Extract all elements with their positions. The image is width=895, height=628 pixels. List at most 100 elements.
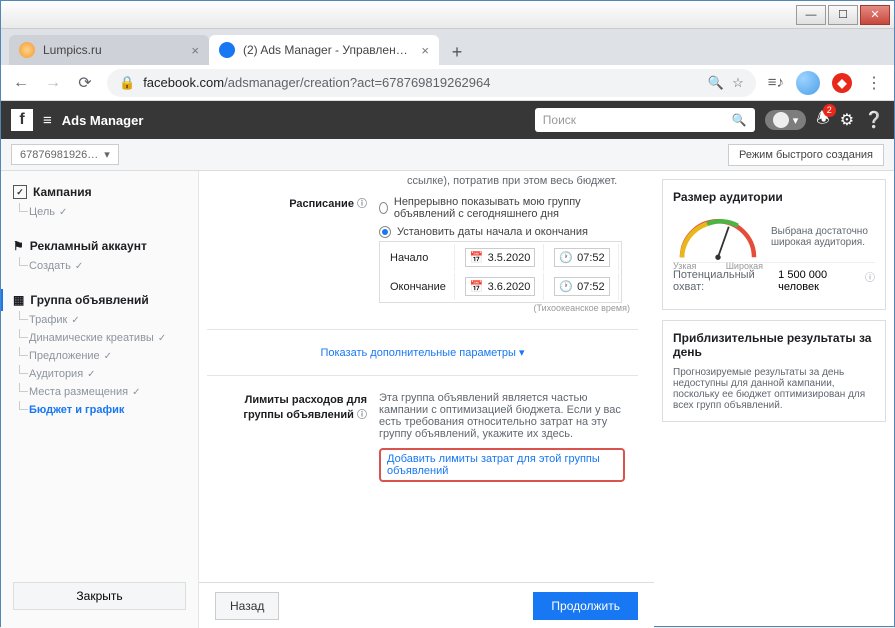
close-tab-icon[interactable]: ×: [421, 43, 429, 58]
account-pill[interactable]: ▾: [765, 110, 807, 130]
start-time-input[interactable]: 🕐07:52: [554, 248, 609, 267]
sb-item-budget[interactable]: Бюджет и график: [1, 401, 198, 419]
audience-desc: Выбрана достаточно широкая аудитория.: [771, 226, 875, 248]
add-limits-link[interactable]: Добавить лимиты затрат для этой группы о…: [387, 453, 617, 477]
settings-icon[interactable]: ⚙: [840, 110, 854, 130]
limits-description: Эта группа объявлений является частью ка…: [379, 392, 629, 440]
sb-item-placements[interactable]: Места размещения ✓: [1, 383, 198, 401]
reload-button[interactable]: ⟳: [75, 73, 95, 93]
fb-search-input[interactable]: Поиск 🔍: [535, 108, 755, 132]
menu-icon[interactable]: ⋮: [864, 73, 884, 93]
radio-icon: [379, 202, 388, 214]
estimated-results-card: Приблизительные результаты за день Прогн…: [662, 320, 886, 422]
lock-icon: 🔒: [119, 75, 135, 91]
sb-item-goal[interactable]: Цель ✓: [1, 203, 198, 221]
browser-tabstrip: Lumpics.ru × (2) Ads Manager - Управлени…: [1, 29, 894, 65]
reach-value: 1 500 000 человек: [778, 269, 861, 293]
results-title: Приблизительные результаты за день: [673, 331, 875, 359]
back-button[interactable]: Назад: [215, 592, 279, 620]
calendar-icon: 📅: [470, 251, 484, 264]
start-label: Начало: [382, 244, 455, 271]
schedule-label: Расписание: [289, 198, 354, 210]
results-desc: Прогнозируемые результаты за день недост…: [673, 367, 875, 411]
hamburger-icon[interactable]: ≡: [43, 112, 52, 129]
sb-section-adaccount[interactable]: ⚑ Рекламный аккаунт: [1, 235, 198, 257]
new-tab-button[interactable]: +: [443, 39, 471, 65]
sb-item-traffic[interactable]: Трафик ✓: [1, 311, 198, 329]
reach-label: Потенциальный охват:: [673, 269, 778, 293]
info-icon[interactable]: ⓘ: [357, 410, 367, 421]
radio-continuous[interactable]: Непрерывно показывать мою группу объявле…: [379, 193, 638, 223]
clock-icon: 🕐: [559, 251, 573, 264]
form-footer: Назад Продолжить: [199, 582, 654, 628]
end-date-input[interactable]: 📅3.6.2020: [465, 277, 536, 296]
close-button[interactable]: Закрыть: [13, 582, 186, 610]
limits-label: Лимиты расходов для группы объявлений: [243, 394, 367, 421]
clock-icon: 🕐: [559, 280, 573, 293]
search-icon: 🔍: [732, 113, 747, 127]
account-id: 67876981926…: [20, 149, 98, 161]
forward-button[interactable]: →: [43, 74, 63, 92]
radio-set-dates[interactable]: Установить даты начала и окончания: [379, 223, 638, 241]
extensions-icon[interactable]: ≡♪: [768, 74, 784, 91]
tab-label: Lumpics.ru: [43, 43, 183, 57]
chevron-down-icon: ▾: [104, 148, 110, 161]
notif-badge: 2: [823, 104, 836, 117]
continue-button[interactable]: Продолжить: [533, 592, 638, 620]
creation-sidebar: Кампания Цель ✓ ⚑ Рекламный аккаунт Созд…: [1, 171, 199, 628]
account-bar: 67876981926… ▾ Режим быстрого создания: [1, 139, 894, 171]
audience-gauge: УзкаяШирокая: [673, 212, 763, 262]
radio-icon: [379, 226, 391, 238]
add-limits-highlight: Добавить лимиты затрат для этой группы о…: [379, 448, 625, 482]
sb-item-offer[interactable]: Предложение ✓: [1, 347, 198, 365]
start-date-input[interactable]: 📅3.5.2020: [465, 248, 536, 267]
search-icon: 🔍: [708, 75, 724, 91]
extension-badge[interactable]: ◆: [832, 73, 852, 93]
calendar-icon: 📅: [470, 280, 484, 293]
end-time-input[interactable]: 🕐07:52: [554, 277, 609, 296]
browser-urlbar: ← → ⟳ 🔒 facebook.com/adsmanager/creation…: [1, 65, 894, 101]
url-path: /adsmanager/creation?act=678769819262964: [224, 75, 490, 90]
app-title: Ads Manager: [62, 113, 144, 128]
notifications-icon[interactable]: 🕭2: [816, 108, 829, 133]
sb-item-audience[interactable]: Аудитория ✓: [1, 365, 198, 383]
audience-title: Размер аудитории: [673, 190, 875, 204]
search-placeholder: Поиск: [543, 113, 732, 127]
window-titlebar: — ☐ ✕: [1, 1, 894, 29]
grid-icon: ▦: [13, 293, 24, 307]
close-tab-icon[interactable]: ×: [191, 43, 199, 58]
address-bar[interactable]: 🔒 facebook.com/adsmanager/creation?act=6…: [107, 69, 756, 97]
checkbox-icon: [13, 185, 27, 199]
info-icon[interactable]: ⓘ: [865, 269, 875, 293]
window-maximize-button[interactable]: ☐: [828, 5, 858, 25]
fb-header: f ≡ Ads Manager Поиск 🔍 ▾ 🕭2 ⚙ ❔: [1, 101, 894, 139]
sb-section-adset[interactable]: ▦ Группа объявлений: [1, 289, 198, 311]
right-panel: Размер аудитории УзкаяШирокая: [654, 171, 894, 628]
account-dropdown[interactable]: 67876981926… ▾: [11, 144, 119, 165]
sb-item-create[interactable]: Создать ✓: [1, 257, 198, 275]
audience-size-card: Размер аудитории УзкаяШирокая: [662, 179, 886, 310]
schedule-table: Начало 📅3.5.2020 🕐07:52 Окончание 📅3.6.2…: [379, 241, 622, 303]
end-label: Окончание: [382, 273, 455, 300]
profile-avatar[interactable]: [796, 71, 820, 95]
tab-label: (2) Ads Manager - Управление р: [243, 43, 413, 57]
star-icon[interactable]: ☆: [732, 75, 744, 91]
help-icon[interactable]: ❔: [864, 110, 884, 130]
flag-icon: ⚑: [13, 239, 24, 253]
quick-creation-button[interactable]: Режим быстрого создания: [728, 144, 884, 166]
tab-favicon: [219, 42, 235, 58]
clipped-text: ссылке), потратив при этом весь бюджет.: [207, 171, 638, 187]
sb-item-dynamic[interactable]: Динамические креативы ✓: [1, 329, 198, 347]
show-more-link[interactable]: Показать дополнительные параметры ▾: [207, 340, 638, 365]
browser-tab-lumpics[interactable]: Lumpics.ru ×: [9, 35, 209, 65]
browser-tab-adsmanager[interactable]: (2) Ads Manager - Управление р ×: [209, 35, 439, 65]
window-close-button[interactable]: ✕: [860, 5, 890, 25]
tab-favicon: [19, 42, 35, 58]
window-minimize-button[interactable]: —: [796, 5, 826, 25]
back-button[interactable]: ←: [11, 74, 31, 92]
fb-logo[interactable]: f: [11, 109, 33, 131]
sb-section-campaign[interactable]: Кампания: [1, 181, 198, 203]
info-icon[interactable]: ⓘ: [357, 199, 367, 210]
timezone-label: (Тихоокеанское время): [379, 303, 638, 313]
url-domain: facebook.com: [143, 75, 224, 90]
